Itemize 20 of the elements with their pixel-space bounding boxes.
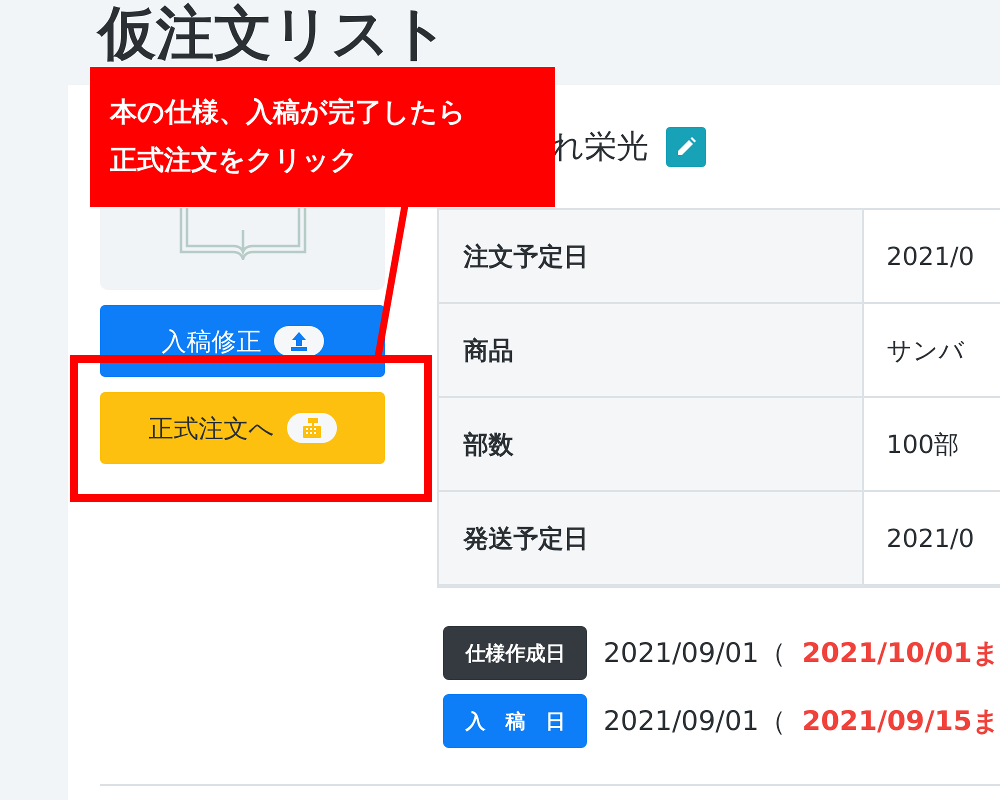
formal-order-button[interactable]: 正式注文へ — [100, 392, 386, 464]
table-cell: サンバ — [864, 304, 1000, 398]
table-cell: 2021/0 — [864, 210, 1000, 304]
row-header: 注文予定日 — [439, 210, 864, 304]
edit-icon[interactable] — [666, 126, 706, 166]
table-cell: 100部 — [864, 398, 1000, 492]
deadline-text: 2021/10/01ま — [802, 637, 1000, 671]
date-badge: 入 稿 日 — [443, 694, 588, 748]
page-title: 仮注文リスト — [98, 0, 449, 66]
callout-text: 本の仕様、入稿が完了したら — [110, 96, 467, 130]
row-header: 発送予定日 — [439, 492, 864, 586]
row-header: 部数 — [439, 398, 864, 492]
date-text: 2021/09/01（ — [603, 637, 786, 671]
table-cell: 2021/0 — [864, 492, 1000, 586]
date-badge: 仕様作成日 — [443, 626, 588, 680]
deadline-text: 2021/09/15ま — [802, 705, 1000, 739]
date-text: 2021/09/01（ — [603, 705, 786, 739]
row-header: 商品 — [439, 304, 864, 398]
callout-text: 正式注文をクリック — [110, 144, 359, 178]
book-icon — [178, 208, 307, 260]
